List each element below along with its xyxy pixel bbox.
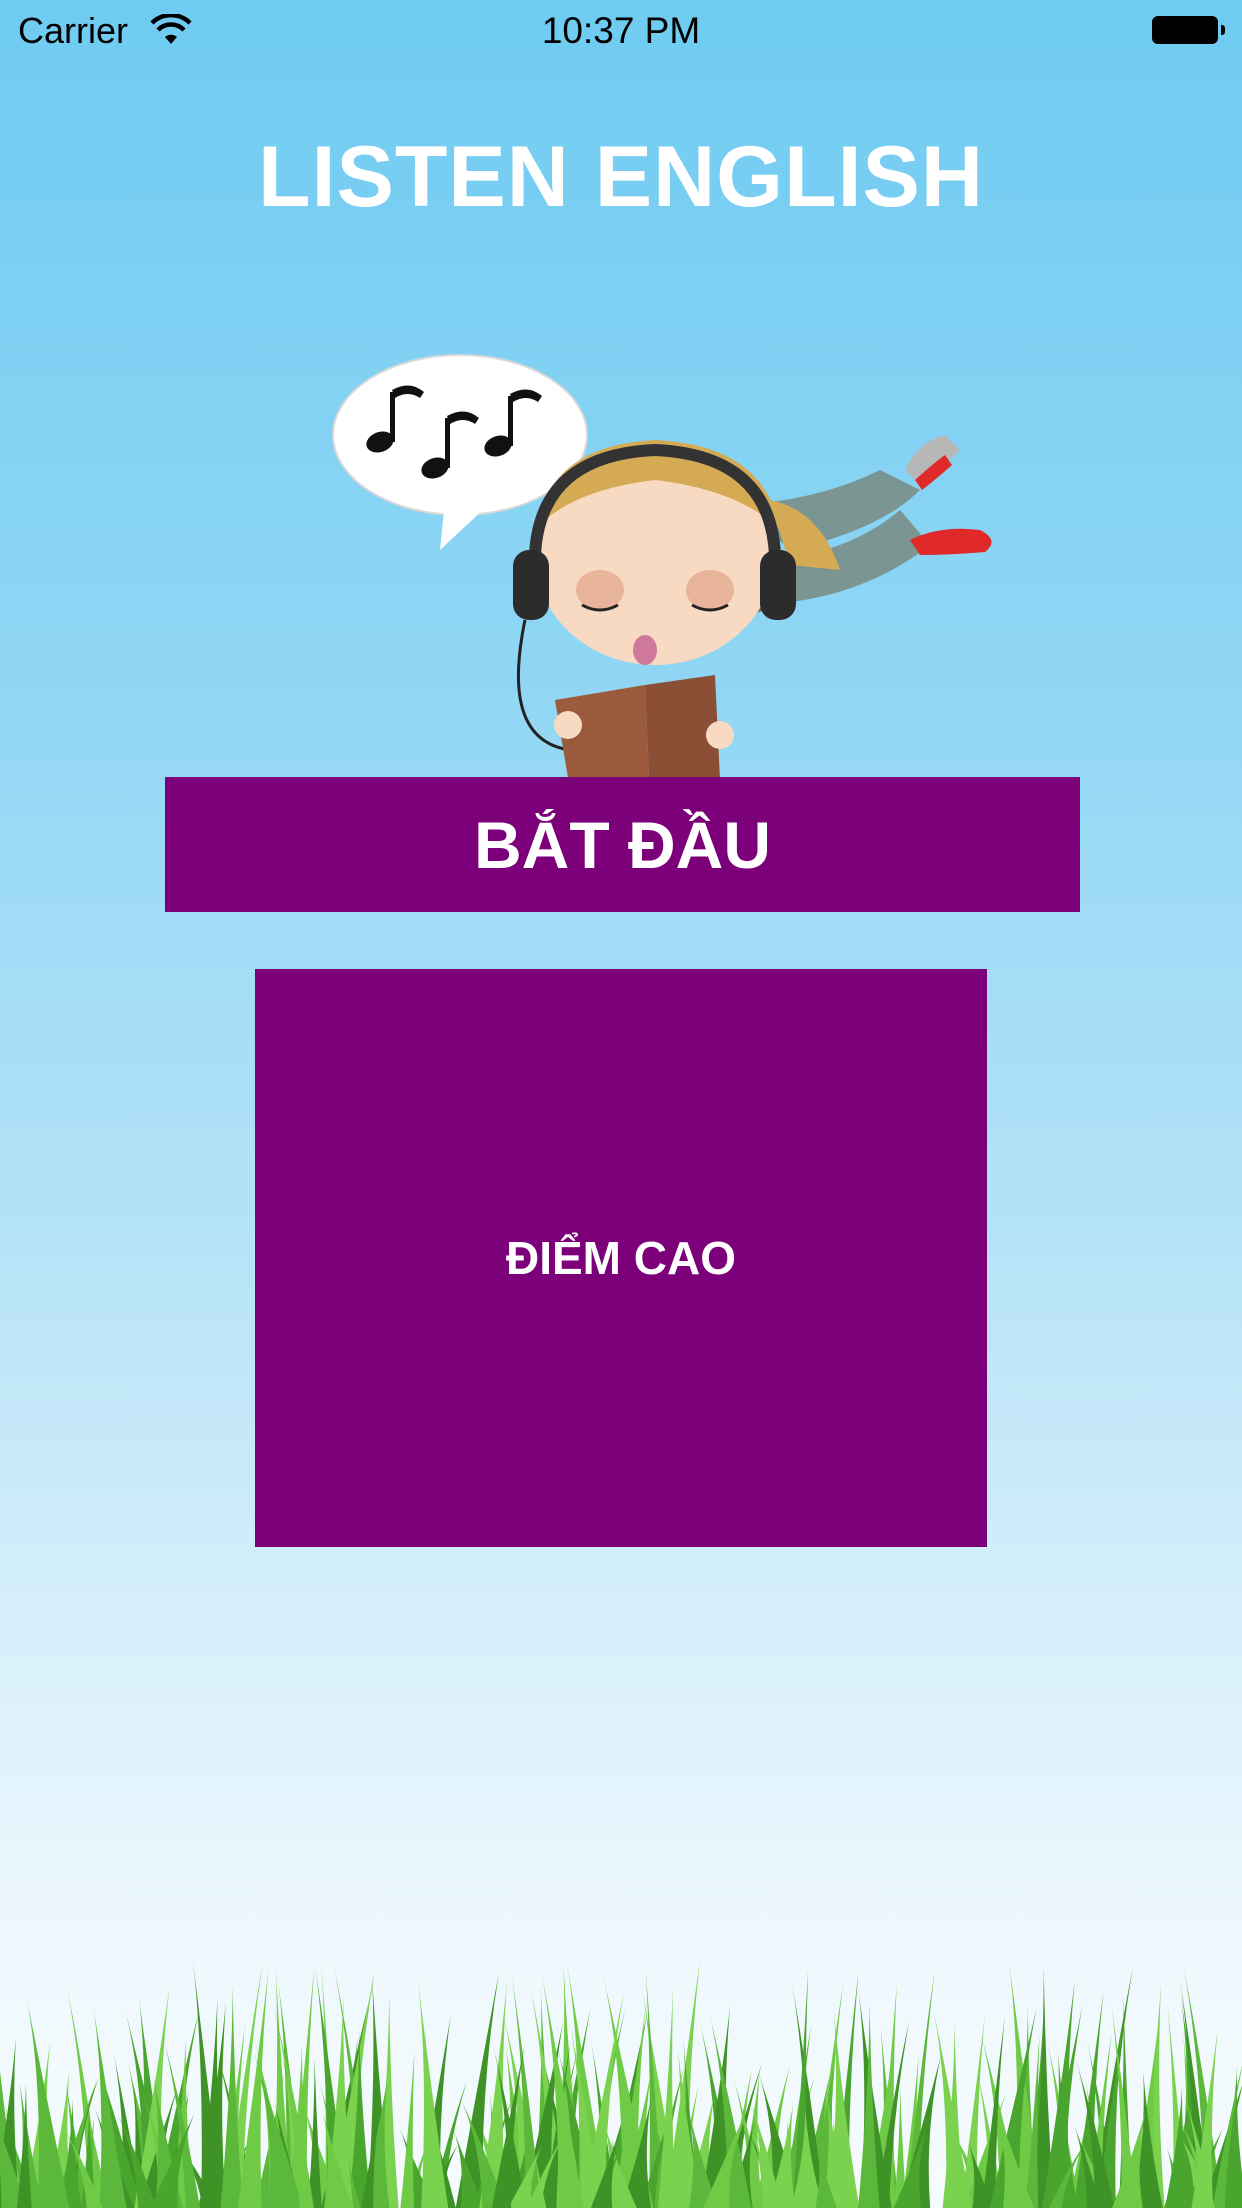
- app-title: LISTEN ENGLISH: [258, 129, 984, 225]
- start-button[interactable]: BẮT ĐẦU: [165, 777, 1080, 912]
- grass-blade: [400, 2051, 415, 2208]
- grass-blade: [858, 2002, 880, 2208]
- grass-blade: [220, 1985, 244, 2208]
- child-listening-illustration: [332, 354, 992, 800]
- status-bar: Carrier 10:37 PM: [0, 0, 1242, 60]
- clock: 10:37 PM: [541, 10, 701, 51]
- grass-footer: [0, 1960, 1242, 2208]
- highscore-button[interactable]: ĐIỂM CAO: [255, 969, 987, 1547]
- battery-icon: [1152, 16, 1225, 44]
- grass-blade: [829, 2010, 860, 2208]
